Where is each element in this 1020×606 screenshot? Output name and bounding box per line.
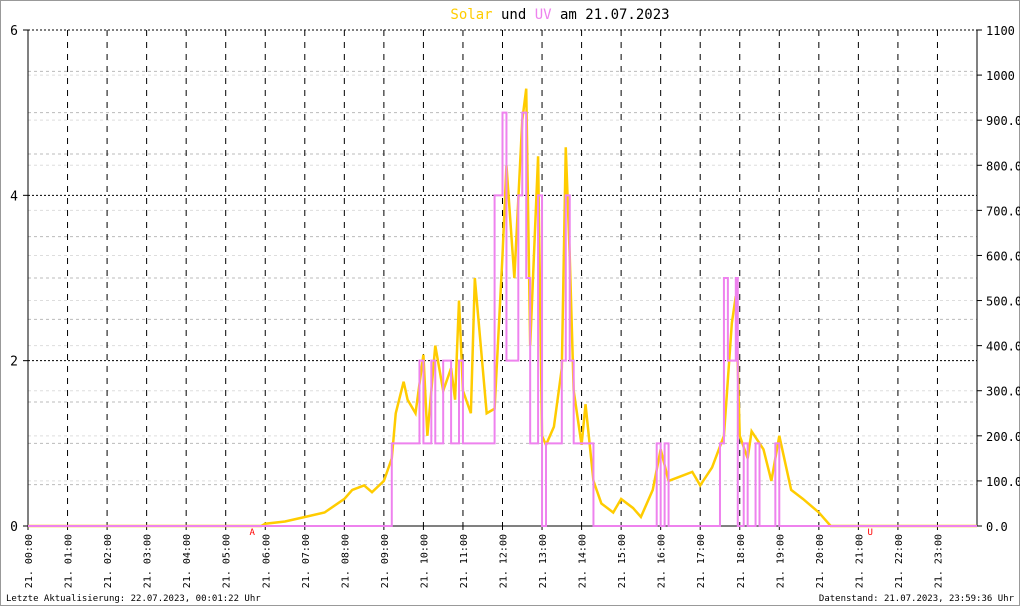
- title-part: Solar: [450, 7, 492, 23]
- title-part: und: [493, 7, 535, 23]
- right-tick-label: 700.0: [986, 204, 1020, 218]
- x-tick-label: 21. 10:00: [419, 534, 430, 588]
- x-tick-label: 21. 20:00: [815, 534, 826, 588]
- solar-uv-chart: Solar und UV am 21.07.2023 21. 00:00 21. …: [6, 7, 1020, 604]
- x-tick-label: 21. 14:00: [578, 534, 589, 588]
- x-tick-label: 21. 09:00: [380, 534, 391, 588]
- right-tick-label: 300.0: [986, 385, 1020, 399]
- last-update-text: Letzte Aktualisierung: 22.07.2023, 00:01…: [6, 594, 261, 604]
- x-tick-label: 21. 11:00: [459, 534, 470, 588]
- x-tick-label: 21. 08:00: [340, 534, 351, 588]
- x-tick-label: 21. 07:00: [301, 534, 312, 588]
- x-tick-label: 21. 17:00: [696, 534, 707, 588]
- x-tick-label: 21. 02:00: [103, 534, 114, 588]
- x-tick-label: 21. 22:00: [894, 534, 905, 588]
- annotation-marker: U: [868, 528, 873, 538]
- left-tick-label: 2: [10, 355, 18, 370]
- x-tick-label: 21. 16:00: [657, 534, 668, 588]
- right-tick-label: 400.0: [986, 340, 1020, 354]
- x-tick-label: 21. 15:00: [617, 534, 628, 588]
- x-tick-label: 21. 21:00: [854, 534, 865, 588]
- x-tick-label: 21. 00:00: [24, 534, 35, 588]
- chart-title: Solar und UV am 21.07.2023: [450, 7, 669, 23]
- x-tick-label: 21. 01:00: [64, 534, 75, 588]
- title-part: UV: [535, 7, 552, 23]
- x-tick-label: 21. 19:00: [775, 534, 786, 588]
- title-part: am 21.07.2023: [552, 7, 670, 23]
- right-tick-label: 900.0: [986, 114, 1020, 128]
- x-tick-label: 21. 12:00: [499, 534, 510, 588]
- x-tick-label: 21. 18:00: [736, 534, 747, 588]
- right-tick-label: 800.0: [986, 159, 1020, 173]
- annotation-marker: A: [249, 528, 255, 538]
- right-tick-label: 1100: [986, 24, 1015, 38]
- left-tick-label: 4: [10, 189, 18, 204]
- x-tick-label: 21. 03:00: [143, 534, 154, 588]
- right-tick-label: 600.0: [986, 249, 1020, 263]
- data-status-text: Datenstand: 21.07.2023, 23:59:36 Uhr: [819, 594, 1015, 604]
- x-tick-label: 21. 06:00: [261, 534, 272, 588]
- right-tick-label: 100.0: [986, 475, 1020, 489]
- x-tick-label: 21. 23:00: [933, 534, 944, 588]
- left-tick-label: 6: [10, 24, 18, 39]
- x-tick-label: 21. 13:00: [538, 534, 549, 588]
- right-tick-label: 0.0: [986, 520, 1008, 534]
- right-tick-label: 500.0: [986, 295, 1020, 309]
- left-tick-label: 0: [10, 520, 18, 535]
- x-tick-label: 21. 05:00: [222, 534, 233, 588]
- right-tick-label: 1000: [986, 69, 1015, 83]
- x-tick-label: 21. 04:00: [182, 534, 193, 588]
- right-tick-label: 200.0: [986, 430, 1020, 444]
